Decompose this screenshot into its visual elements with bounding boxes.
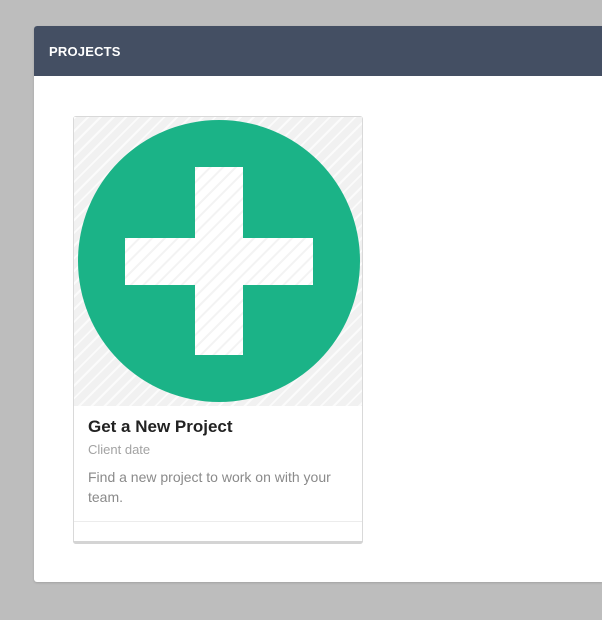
card-divider	[74, 521, 362, 522]
projects-panel: PROJECTS Get a New Project Client date F…	[34, 26, 602, 582]
plus-circle-icon	[78, 120, 360, 402]
card-title: Get a New Project	[88, 417, 233, 436]
card-image[interactable]	[74, 117, 362, 406]
card-description: Find a new project to work on with your …	[88, 469, 331, 505]
card-bottom-edge	[73, 541, 363, 544]
panel-header: PROJECTS	[34, 26, 602, 76]
card-subtitle: Client date	[88, 442, 151, 457]
panel-title: PROJECTS	[49, 43, 121, 59]
new-project-card[interactable]: Get a New Project Client date Find a new…	[73, 116, 363, 544]
